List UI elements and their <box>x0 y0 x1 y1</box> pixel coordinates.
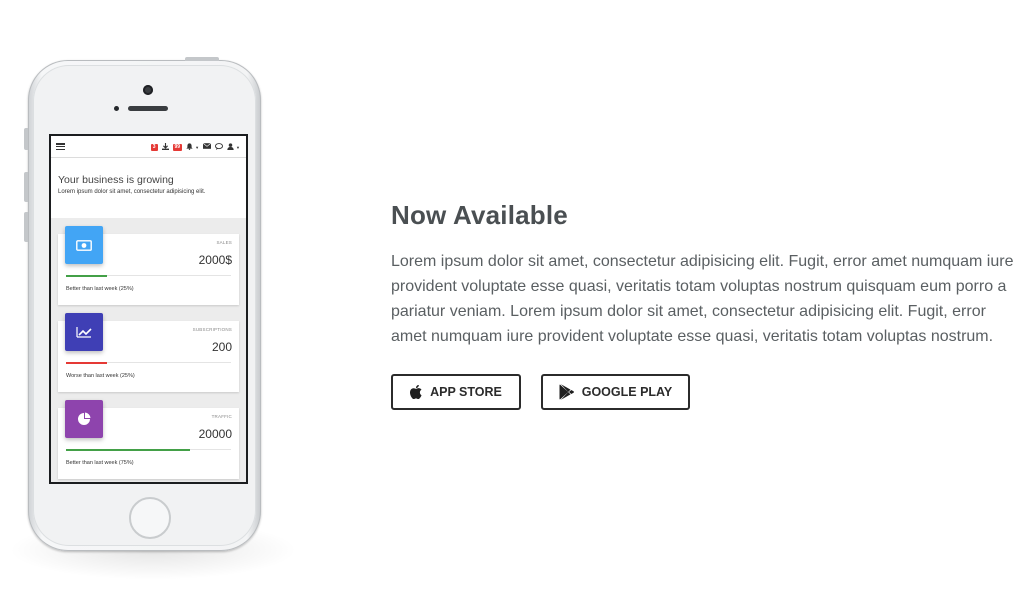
progress-bar <box>66 448 190 451</box>
app-bar: 3 99 ▼ ▼ <box>51 136 246 158</box>
volume-up-button <box>24 172 28 202</box>
progress-track <box>66 274 231 277</box>
store-buttons: APP STORE GOOGLE PLAY <box>391 374 1023 410</box>
power-button <box>185 57 219 61</box>
apple-icon <box>410 385 422 399</box>
stat-card-sales: SALES 2000$ Better than last week (25%) <box>58 226 239 305</box>
progress-bar <box>66 274 108 277</box>
progress-track <box>66 448 231 451</box>
earpiece-speaker <box>128 106 168 111</box>
card-footer: Better than last week (75%) <box>66 460 134 466</box>
card-footer: Worse than last week (25%) <box>66 373 135 379</box>
chevron-down-icon[interactable]: ▼ <box>236 145 240 150</box>
card-value: 2000$ <box>198 253 232 267</box>
phone-face: 3 99 ▼ ▼ Your business is growing Lorem … <box>33 65 256 546</box>
stat-card-traffic: TRAFFIC 20000 Better than last week (75%… <box>58 400 239 479</box>
card-value: 200 <box>211 340 232 354</box>
stat-card-subscriptions: SUBSCRIPTIONS 200 Worse than last week (… <box>58 313 239 392</box>
phone-screen: 3 99 ▼ ▼ Your business is growing Lorem … <box>49 134 248 484</box>
home-button <box>129 497 171 539</box>
hero-subtitle: Lorem ipsum dolor sit amet, consectetur … <box>58 189 206 195</box>
app-store-button[interactable]: APP STORE <box>391 374 521 410</box>
app-bar-actions: 3 99 ▼ ▼ <box>150 136 240 158</box>
money-icon <box>65 226 103 264</box>
phone-mockup: 3 99 ▼ ▼ Your business is growing Lorem … <box>24 57 261 551</box>
pie-chart-icon <box>65 400 103 438</box>
bell-icon[interactable] <box>186 142 193 152</box>
stat-cards: SALES 2000$ Better than last week (25%) … <box>51 218 246 479</box>
trending-up-icon <box>65 313 103 351</box>
notifications-badge: 99 <box>172 143 183 151</box>
proximity-sensor <box>114 106 119 111</box>
progress-track <box>66 361 231 364</box>
menu-icon[interactable] <box>56 143 65 150</box>
card-value: 20000 <box>198 427 232 441</box>
section-description: Lorem ipsum dolor sit amet, consectetur … <box>391 253 1014 345</box>
download-icon[interactable] <box>161 142 169 152</box>
card-footer: Better than last week (25%) <box>66 286 134 292</box>
progress-bar <box>66 361 108 364</box>
google-play-button[interactable]: GOOGLE PLAY <box>541 374 690 410</box>
volume-down-button <box>24 212 28 242</box>
app-store-label: APP STORE <box>430 385 502 399</box>
mail-icon[interactable] <box>202 142 212 151</box>
dashboard-hero: Your business is growing Lorem ipsum dol… <box>51 158 246 218</box>
card-label: TRAFFIC <box>211 414 232 419</box>
mute-switch <box>24 128 28 150</box>
downloads-badge: 3 <box>150 143 158 151</box>
user-icon[interactable] <box>227 142 234 152</box>
page: 3 99 ▼ ▼ Your business is growing Lorem … <box>0 0 1033 601</box>
hero-title: Your business is growing <box>58 174 174 186</box>
download-section: Now Available Lorem ipsum dolor sit amet… <box>391 200 1023 410</box>
front-camera <box>143 85 153 95</box>
google-play-label: GOOGLE PLAY <box>581 385 673 399</box>
card-label: SUBSCRIPTIONS <box>192 327 232 332</box>
chat-icon[interactable] <box>215 142 223 152</box>
chevron-down-icon[interactable]: ▼ <box>195 145 199 150</box>
section-title: Now Available <box>391 200 568 230</box>
card-label: SALES <box>216 240 232 245</box>
play-store-icon <box>559 384 574 400</box>
